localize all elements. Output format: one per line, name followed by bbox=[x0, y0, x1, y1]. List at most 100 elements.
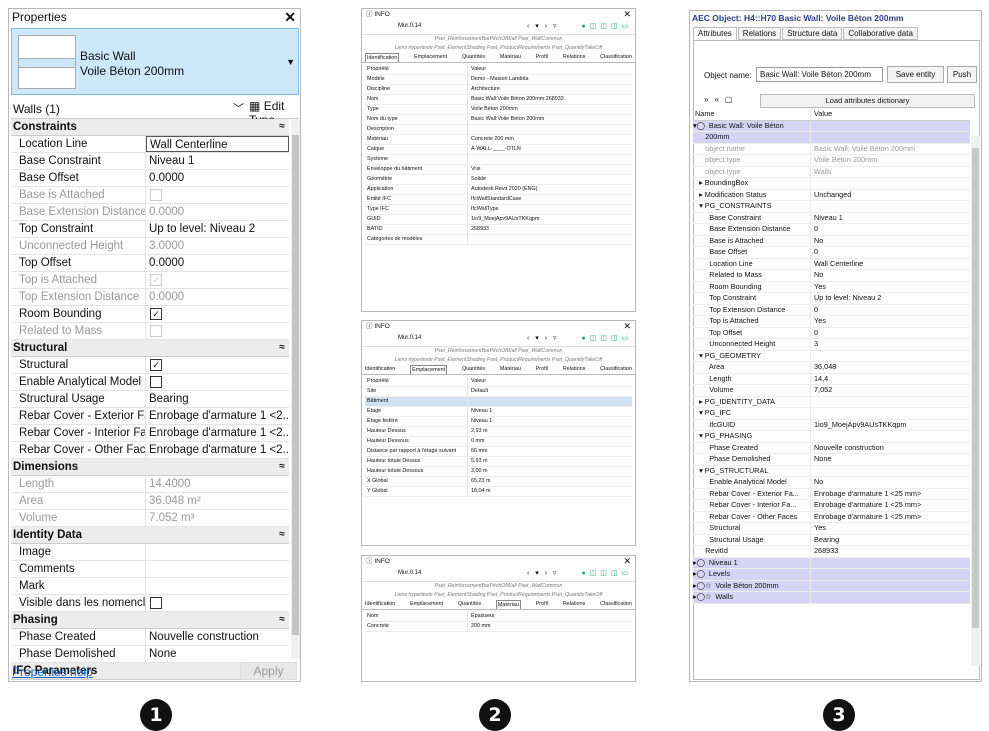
tree-row[interactable]: ▸ Modification Status Unchanged bbox=[693, 189, 970, 201]
tree-row[interactable]: Rebar Cover - Other Faces Enrobage d'arma… bbox=[693, 511, 970, 523]
property-row[interactable]: Volume 7.052 m³ bbox=[11, 510, 289, 527]
attributes-scrollbar[interactable] bbox=[971, 136, 980, 666]
table-row[interactable]: X Global 65,23 m bbox=[365, 477, 632, 487]
tab-attributes[interactable]: Attributes bbox=[693, 27, 737, 40]
tree-row[interactable]: Volume 7,052 bbox=[693, 385, 970, 397]
property-value[interactable]: 0.0000 bbox=[146, 255, 289, 271]
tab-identification[interactable]: Identification bbox=[365, 600, 395, 609]
section-header[interactable]: Phasing ≈ bbox=[11, 612, 289, 629]
tree-row[interactable]: object.type Walls bbox=[693, 166, 970, 178]
tree-row[interactable]: Area 36,048 bbox=[693, 362, 970, 374]
property-row[interactable]: Length 14.4000 bbox=[11, 476, 289, 493]
table-row[interactable]: Matériau Concrete 200 mm bbox=[365, 135, 632, 145]
scrollbar-thumb[interactable] bbox=[292, 135, 299, 635]
table-row[interactable]: Discipline Architecture bbox=[365, 85, 632, 95]
section-header[interactable]: Constraints ≈ bbox=[11, 119, 289, 136]
collapse-all-icon[interactable]: » bbox=[704, 95, 714, 104]
collapse-icon[interactable]: ≈ bbox=[275, 340, 289, 356]
property-row[interactable]: Mark bbox=[11, 578, 289, 595]
tree-row[interactable]: Phase Demolished None bbox=[693, 454, 970, 466]
tree-row[interactable]: Phase Created Nouvelle construction bbox=[693, 442, 970, 454]
panel-icon[interactable]: ▢ bbox=[725, 95, 739, 104]
tree-row[interactable]: RevitId 268933 bbox=[693, 546, 970, 558]
tree-row[interactable]: object.name Basic Wall: Voile Béton 200mm bbox=[693, 143, 970, 155]
tab-identification[interactable]: Identification bbox=[365, 365, 395, 374]
tab-quantités[interactable]: Quantités bbox=[462, 53, 485, 62]
property-value[interactable]: 1io9_MoejApv9AUsTKKqpm bbox=[146, 680, 289, 681]
tree-row[interactable]: Base is Attached No bbox=[693, 235, 970, 247]
property-row[interactable]: Structural ✓ bbox=[11, 357, 289, 374]
table-row[interactable]: Y Global 18,04 m bbox=[365, 487, 632, 497]
property-row[interactable]: Rebar Cover - Exterior FaceEnrobage d'ar… bbox=[11, 408, 289, 425]
property-value[interactable]: Bearing bbox=[146, 391, 289, 407]
property-value[interactable]: Nouvelle construction bbox=[146, 629, 289, 645]
collapse-icon[interactable]: ≈ bbox=[275, 119, 289, 135]
tab-classification[interactable]: Classification bbox=[600, 600, 632, 609]
property-value[interactable]: 0.0000 bbox=[146, 170, 289, 186]
close-icon[interactable]: ✕ bbox=[623, 9, 631, 20]
load-attributes-dictionary-button[interactable]: Load attributes dictionary bbox=[760, 94, 975, 108]
tab-matériau[interactable]: Matériau bbox=[500, 365, 521, 374]
property-row[interactable]: Top Constraint Up to level: Niveau 2 bbox=[11, 221, 289, 238]
table-row[interactable]: Hauteur totale Dessous 3,00 m bbox=[365, 467, 632, 477]
tree-row[interactable]: Location Line Wall Centerline bbox=[693, 258, 970, 270]
property-row[interactable]: Top Offset 0.0000 bbox=[11, 255, 289, 272]
tab-quantités[interactable]: Quantités bbox=[462, 365, 485, 374]
table-row[interactable]: Entité IFC IfcWallStandardCase bbox=[365, 195, 632, 205]
property-row[interactable]: Base Extension Distance 0.0000 bbox=[11, 204, 289, 221]
table-row[interactable]: Nom du type Basic Wall:Voile Béton 200mm bbox=[365, 115, 632, 125]
tree-row[interactable]: Enable Analytical Model No bbox=[693, 477, 970, 489]
tree-row[interactable]: Structural Usage Bearing bbox=[693, 534, 970, 546]
navigation-icons[interactable]: ‹ ▾ › ▿ bbox=[527, 22, 559, 30]
chevron-down-icon[interactable]: ﹀ bbox=[233, 100, 244, 116]
property-value[interactable]: Up to level: Niveau 2 bbox=[146, 221, 289, 237]
table-row[interactable]: Site Default bbox=[365, 387, 632, 397]
checkbox[interactable] bbox=[150, 597, 162, 609]
table-row[interactable]: Catégories de modèles bbox=[365, 235, 632, 245]
tree-row[interactable]: ▸◯ Niveau 1 bbox=[693, 557, 970, 569]
table-row[interactable]: Distance par rapport à l'étage suivant 66… bbox=[365, 447, 632, 457]
tree-row[interactable]: Room Bounding Yes bbox=[693, 281, 970, 293]
tab-emplacement[interactable]: Emplacement bbox=[410, 600, 443, 609]
property-row[interactable]: Enable Analytical Model bbox=[11, 374, 289, 391]
scrollbar-thumb[interactable] bbox=[972, 148, 979, 628]
tab-emplacement[interactable]: Emplacement bbox=[410, 365, 448, 374]
tree-row[interactable]: Top Offset 0 bbox=[693, 327, 970, 339]
table-row[interactable]: Hauteur Dessous 0 mm bbox=[365, 437, 632, 447]
tree-row[interactable]: Related to Mass No bbox=[693, 270, 970, 282]
table-row[interactable]: Hauteur totale Dessus 5,93 m bbox=[365, 457, 632, 467]
navigation-icons[interactable]: ‹ ▾ › ▿ bbox=[527, 334, 559, 342]
table-row[interactable]: GUID 1io9_MoejApv9AUsTKKqpm bbox=[365, 215, 632, 225]
tree-row[interactable]: ▸◯ Levels bbox=[693, 569, 970, 581]
property-row[interactable]: Comments bbox=[11, 561, 289, 578]
tree-row[interactable]: ▾ PG_PHASING bbox=[693, 431, 970, 443]
tree-row[interactable]: Top Extension Distance 0 bbox=[693, 304, 970, 316]
push-button[interactable]: Push bbox=[947, 66, 977, 83]
tab-classification[interactable]: Classification bbox=[600, 365, 632, 374]
tree-row[interactable]: Unconnected Height 3 bbox=[693, 339, 970, 351]
property-value[interactable]: 7.052 m³ bbox=[146, 510, 289, 526]
section-header[interactable]: Structural ≈ bbox=[11, 340, 289, 357]
tree-row[interactable]: ▾◯ Basic Wall: Voile Béton bbox=[693, 120, 970, 132]
table-row[interactable]: Type Voile Béton 200mm bbox=[365, 105, 632, 115]
property-row[interactable]: Rebar Cover - Other Faces Enrobage d'arma… bbox=[11, 442, 289, 459]
tab-profil[interactable]: Profil bbox=[536, 600, 548, 609]
tab-matériau[interactable]: Matériau bbox=[500, 53, 521, 62]
property-value[interactable] bbox=[146, 306, 289, 322]
property-value[interactable]: 3.0000 bbox=[146, 238, 289, 254]
tab-relations[interactable]: Relations bbox=[563, 53, 585, 62]
table-row[interactable]: Système bbox=[365, 155, 632, 165]
property-row[interactable]: Related to Mass bbox=[11, 323, 289, 340]
apply-button[interactable]: Apply bbox=[240, 662, 297, 680]
property-value[interactable] bbox=[146, 272, 289, 288]
property-row[interactable]: Phase Created Nouvelle construction bbox=[11, 629, 289, 646]
object-name-input[interactable]: Basic Wall: Voile Béton 200mm bbox=[756, 67, 883, 82]
table-row[interactable]: Modèle Demo - Maison Lambda bbox=[365, 75, 632, 85]
property-value[interactable]: 36.048 m² bbox=[146, 493, 289, 509]
tab-profil[interactable]: Profil bbox=[536, 365, 548, 374]
property-value[interactable] bbox=[146, 544, 289, 560]
tree-row[interactable]: object.type Voile Béton 200mm bbox=[693, 155, 970, 167]
collapse-icon[interactable]: ≈ bbox=[275, 527, 289, 543]
property-value[interactable] bbox=[146, 561, 289, 577]
property-row[interactable]: Structural Usage Bearing bbox=[11, 391, 289, 408]
